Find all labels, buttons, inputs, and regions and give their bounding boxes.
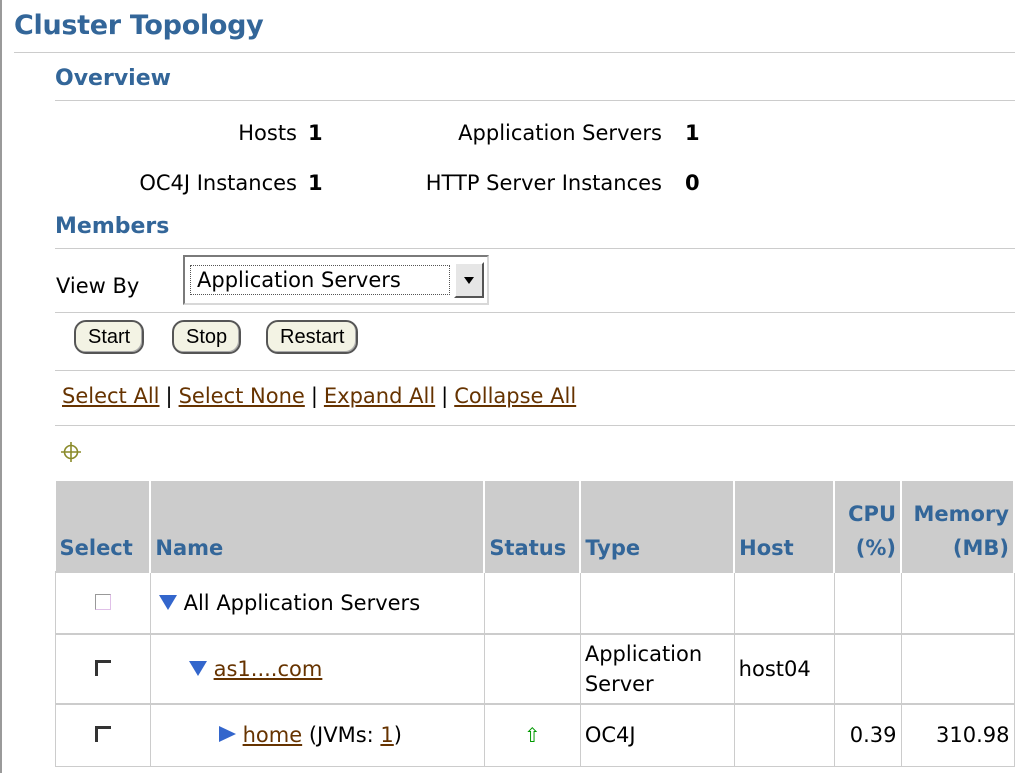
- link-separator: |: [441, 384, 449, 408]
- expand-triangle-icon[interactable]: [218, 726, 236, 743]
- page-title: Cluster Topology: [14, 10, 264, 41]
- col-header-type: Type: [580, 481, 736, 572]
- row-type: Application: [584, 642, 703, 666]
- row-type-cont: Server: [584, 672, 654, 696]
- viewby-select[interactable]: Application Servers: [183, 255, 489, 305]
- select-none-link[interactable]: Select None: [179, 384, 305, 408]
- oc4j-label: OC4J Instances: [139, 171, 297, 195]
- table-row: as1....com Application Server host04: [55, 633, 1015, 705]
- toolbar-divider: [55, 312, 1015, 313]
- hosts-label: Hosts: [238, 121, 297, 145]
- table-row: All Application Servers: [55, 571, 1015, 635]
- appservers-value: 1: [685, 121, 700, 145]
- col-header-memory: Memory (MB): [901, 481, 1015, 572]
- viewby-label: View By: [56, 274, 140, 298]
- restart-button[interactable]: Restart: [266, 320, 359, 354]
- http-value: 0: [685, 171, 700, 195]
- focus-divider: [55, 425, 1015, 426]
- oc4j-value: 1: [308, 171, 323, 195]
- members-divider: [55, 248, 1015, 249]
- link-separator: |: [310, 384, 318, 408]
- col-header-cpu: CPU (%): [834, 481, 902, 572]
- jvm-count-link[interactable]: 1: [380, 723, 393, 747]
- row-jvm-prefix: (JVMs:: [308, 723, 381, 748]
- viewby-selected-value: Application Servers: [190, 265, 450, 295]
- row-name-link[interactable]: as1....com: [214, 657, 323, 681]
- table-row: home (JVMs: 1) ⇧ OC4J 0.39 310.98: [55, 703, 1015, 767]
- appservers-label: Application Servers: [458, 121, 662, 145]
- row-checkbox[interactable]: [94, 726, 111, 743]
- collapse-all-link[interactable]: Collapse All: [454, 384, 576, 408]
- col-header-select: Select: [55, 481, 152, 572]
- status-up-icon: ⇧: [523, 723, 541, 748]
- http-label: HTTP Server Instances: [425, 171, 662, 195]
- row-name-link[interactable]: home: [243, 723, 303, 747]
- table-header-row: Select Name Status Type Host CPU (%) Memo…: [55, 481, 1015, 572]
- overview-divider: [55, 100, 1015, 101]
- row-type: OC4J: [584, 723, 636, 748]
- overview-heading: Overview: [55, 66, 171, 91]
- row-checkbox[interactable]: [94, 660, 111, 676]
- link-separator: |: [165, 384, 173, 408]
- selection-links: Select All | Select None | Expand All | Collap…: [62, 384, 576, 408]
- expand-all-link[interactable]: Expand All: [324, 384, 435, 408]
- row-memory: 310.98: [936, 723, 1010, 748]
- row-name: All Application Servers: [183, 591, 421, 615]
- row-cpu: 0.39: [849, 723, 897, 748]
- col-header-name: Name: [150, 481, 486, 572]
- links-divider: [55, 370, 1015, 371]
- chevron-down-icon[interactable]: [454, 262, 484, 298]
- start-button[interactable]: Start: [74, 320, 145, 354]
- stop-button[interactable]: Stop: [172, 320, 242, 354]
- collapse-triangle-icon[interactable]: [188, 661, 207, 676]
- row-jvm-suffix: ): [393, 723, 402, 748]
- col-header-status: Status: [484, 481, 582, 572]
- crosshair-focus-icon[interactable]: [60, 441, 82, 463]
- row-host: host04: [738, 657, 811, 681]
- hosts-value: 1: [308, 121, 323, 145]
- col-header-host: Host: [734, 481, 836, 572]
- title-divider: [14, 52, 1015, 53]
- left-border: [0, 0, 2, 773]
- select-all-link[interactable]: Select All: [62, 384, 160, 408]
- members-heading: Members: [55, 214, 170, 239]
- collapse-triangle-icon[interactable]: [158, 595, 177, 610]
- members-table: Select Name Status Type Host CPU (%) Memo…: [55, 481, 1015, 767]
- row-checkbox[interactable]: [94, 594, 111, 610]
